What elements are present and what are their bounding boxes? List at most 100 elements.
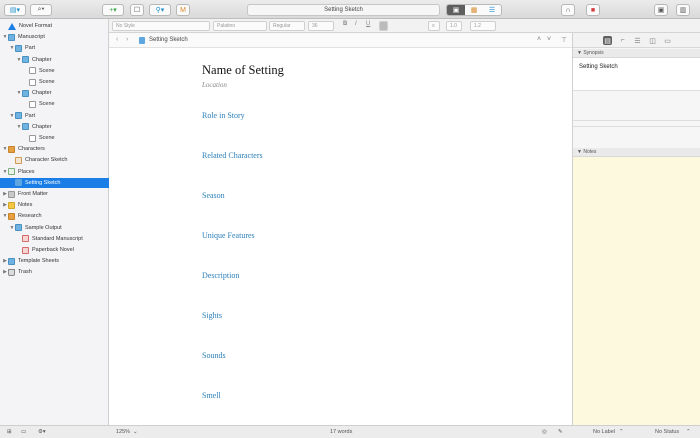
zoom-select[interactable]: 125% xyxy=(116,429,130,435)
binder-toggle-button[interactable]: ▤▾ xyxy=(4,4,26,16)
add-item-icon[interactable]: ⊞ xyxy=(7,429,12,435)
folder-icon xyxy=(8,33,15,41)
style-select[interactable]: No Style xyxy=(112,21,210,31)
weight-select[interactable]: Regular xyxy=(269,21,305,31)
label-chevron-icon[interactable]: ⌃ xyxy=(619,429,624,435)
document-title-field[interactable]: Setting Sketch xyxy=(247,4,440,16)
binder-item[interactable]: Scene xyxy=(0,77,109,87)
binder-item[interactable]: Setting Sketch xyxy=(0,177,109,188)
binder-item[interactable]: Scene xyxy=(0,66,109,76)
binder-item[interactable]: Paperback Novel xyxy=(0,245,109,255)
folder-icon xyxy=(8,257,15,265)
lock-button[interactable]: ∩ xyxy=(561,4,575,16)
pen-icon[interactable]: ✎ xyxy=(558,429,563,435)
bold-button[interactable]: B xyxy=(343,21,347,27)
status-chevron-icon[interactable]: ⌃ xyxy=(686,429,691,435)
compile-button[interactable]: M xyxy=(176,4,190,16)
binder-item[interactable]: ▼ Manuscript xyxy=(0,32,109,42)
settings-gear-icon[interactable]: ⚙▾ xyxy=(38,429,46,435)
notes-tab-icon[interactable]: ▤ xyxy=(603,36,612,45)
line-height-select[interactable]: 1.2 xyxy=(470,21,496,31)
document-icon xyxy=(29,78,36,86)
outline-view-icon[interactable]: ☰ xyxy=(483,5,501,15)
bookmarks-tab-icon[interactable]: ⌐ xyxy=(618,36,627,45)
section-heading[interactable]: Role in Story xyxy=(202,111,245,120)
binder-item[interactable]: Scene xyxy=(0,133,109,143)
binder-item[interactable]: ▼ Chapter xyxy=(0,55,109,65)
chevron-down-icon[interactable]: ˅ xyxy=(547,36,551,43)
binder-item[interactable]: ▼ Chapter xyxy=(0,88,109,98)
binder-item[interactable]: ▼ Places xyxy=(0,167,109,177)
new-folder-icon[interactable]: ▭ xyxy=(21,429,26,435)
zoom-chevron-icon[interactable]: ⌄ xyxy=(133,429,138,435)
section-heading[interactable]: Sights xyxy=(202,311,222,320)
bookmark-button[interactable]: ■ xyxy=(586,4,600,16)
binder-item[interactable]: ▼ Chapter xyxy=(0,122,109,132)
divider xyxy=(573,120,700,121)
metadata-tab-icon[interactable]: ☰ xyxy=(633,36,642,45)
binder-item[interactable]: Standard Manuscript xyxy=(0,234,109,244)
plus-icon: +▾ xyxy=(109,7,117,14)
split-editor-icon[interactable]: ⊤ xyxy=(561,36,567,44)
corkboard-view-icon[interactable]: ▦ xyxy=(465,5,483,15)
inspector-toggle-button[interactable]: ▥ xyxy=(676,4,690,16)
notes-header[interactable]: ▼ Notes xyxy=(573,148,700,157)
section-heading[interactable]: Related Characters xyxy=(202,151,263,160)
binder-item[interactable]: ▶ Template Sheets xyxy=(0,256,109,266)
section-heading[interactable]: Season xyxy=(202,191,225,200)
underline-button[interactable]: U xyxy=(366,21,370,27)
section-heading[interactable]: Unique Features xyxy=(202,231,255,240)
section-heading[interactable]: Description xyxy=(202,271,239,280)
line-height-value: 1.2 xyxy=(474,23,481,29)
editor-view-icon[interactable]: ▣ xyxy=(447,5,465,15)
page-subtitle[interactable]: Location xyxy=(202,81,227,89)
binder-item-label: Part xyxy=(25,112,36,119)
output-document-icon xyxy=(22,246,29,254)
binder-item-label: Chapter xyxy=(32,123,52,130)
size-select[interactable]: 36 xyxy=(308,21,334,31)
forward-arrow-icon[interactable]: › xyxy=(126,36,128,43)
page-title[interactable]: Name of Setting xyxy=(202,63,284,78)
status-footer: ⊞ ▭ ⚙▾ 125% ⌄ 17 words ◎ ✎ No Label ⌃ No… xyxy=(0,425,700,438)
synopsis-header[interactable]: ▼ Synopsis xyxy=(573,49,700,58)
binder-item[interactable]: Character Sketch xyxy=(0,155,109,165)
section-heading[interactable]: Sounds xyxy=(202,351,226,360)
status-select[interactable]: No Status xyxy=(655,429,679,435)
link-button[interactable]: ⚲▾ xyxy=(149,4,171,16)
italic-button[interactable]: I xyxy=(355,21,357,27)
section-heading[interactable]: Smell xyxy=(202,391,221,400)
binder-item-label: Scene xyxy=(39,67,55,74)
binder-item-label: Setting Sketch xyxy=(25,179,61,186)
binder-item[interactable]: ▼ Research xyxy=(0,211,109,221)
text-color-well[interactable] xyxy=(379,21,388,31)
binder-item[interactable]: ▼ Part xyxy=(0,43,109,53)
layout-button[interactable]: ▣ xyxy=(654,4,668,16)
binder-item[interactable]: Novel Format xyxy=(0,21,109,31)
add-button[interactable]: +▾ xyxy=(102,4,124,16)
comments-tab-icon[interactable]: ▭ xyxy=(663,36,672,45)
snapshots-tab-icon[interactable]: ◫ xyxy=(648,36,657,45)
binder-item-label: Character Sketch xyxy=(25,157,68,164)
binder-item[interactable]: Scene xyxy=(0,99,109,109)
delete-icon: ☐ xyxy=(133,7,141,14)
binder-item[interactable]: ▶ Notes xyxy=(0,200,109,210)
view-mode-segment: ▣ ▦ ☰ xyxy=(446,4,502,16)
back-arrow-icon[interactable]: ‹ xyxy=(116,36,118,43)
binder-item[interactable]: ▶ Trash xyxy=(0,267,109,277)
binder-item[interactable]: ▼ Sample Output xyxy=(0,223,109,233)
spacing-select[interactable]: 1.0 xyxy=(446,21,462,31)
label-select[interactable]: No Label xyxy=(593,429,615,435)
chevron-up-icon[interactable]: ˄ xyxy=(537,36,541,43)
alignment-select[interactable]: ≡ xyxy=(428,21,440,31)
font-select[interactable]: Palatino xyxy=(213,21,267,31)
binder-item[interactable]: ▶ Front Matter xyxy=(0,189,109,199)
binder-item[interactable]: ▼ Part xyxy=(0,111,109,121)
search-button[interactable]: ⌕▾ xyxy=(30,4,52,16)
editor-pane: ‹ › Setting Sketch ˄ ˅ ⊤ Name of Setting… xyxy=(109,33,572,425)
binder-item[interactable]: ▼ Characters xyxy=(0,144,109,154)
target-icon[interactable]: ◎ xyxy=(542,429,547,435)
synopsis-box[interactable]: Setting Sketch xyxy=(573,58,700,90)
places-folder-icon xyxy=(8,168,15,176)
delete-button[interactable]: ☐ xyxy=(130,4,144,16)
notes-text-area[interactable] xyxy=(573,157,700,425)
